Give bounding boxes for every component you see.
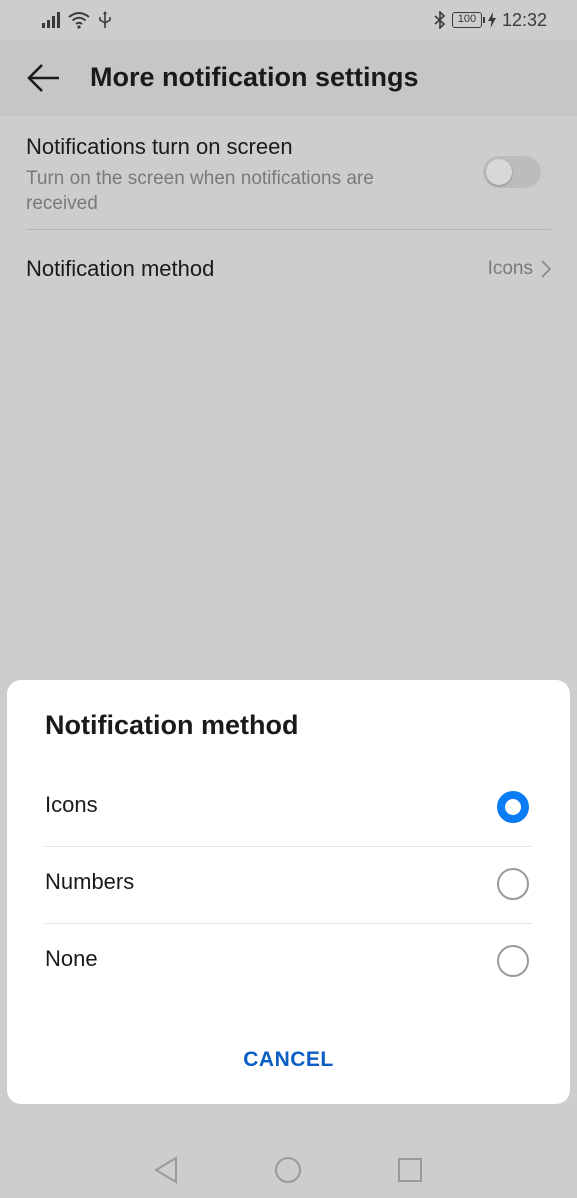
notification-method-title: Notification method — [26, 256, 215, 281]
nav-recents-button[interactable] — [394, 1154, 426, 1186]
option-none[interactable]: None — [45, 924, 532, 1001]
signal-icon — [42, 12, 60, 28]
bluetooth-icon — [434, 11, 446, 29]
status-left-icons — [42, 9, 112, 31]
back-arrow-icon — [27, 64, 59, 92]
app-bar: More notification settings — [0, 40, 577, 116]
notification-method-row[interactable]: Notification method Icons — [26, 230, 551, 308]
notifications-turn-on-screen-row[interactable]: Notifications turn on screen Turn on the… — [26, 116, 551, 230]
option-numbers[interactable]: Numbers — [45, 847, 532, 924]
page-title: More notification settings — [90, 62, 419, 92]
notifications-turn-on-screen-title: Notifications turn on screen — [26, 134, 293, 159]
chevron-right-icon — [541, 260, 551, 278]
status-bar: 100 12:32 — [0, 0, 577, 40]
battery-level: 100 — [457, 13, 477, 25]
cancel-button[interactable]: CANCEL — [7, 1036, 570, 1084]
notification-method-value: Icons — [487, 258, 533, 279]
option-label: Icons — [45, 792, 98, 817]
radio-none[interactable] — [497, 945, 529, 977]
battery-icon: 100 — [451, 12, 485, 28]
notification-method-dialog: Notification method Icons Numbers None C… — [7, 680, 570, 1104]
status-time: 12:32 — [501, 9, 547, 30]
charging-icon — [487, 12, 496, 28]
nav-back-button[interactable] — [150, 1154, 182, 1186]
notifications-turn-on-screen-subtitle: Turn on the screen when notifications ar… — [26, 168, 374, 214]
navigation-bar — [0, 1140, 577, 1198]
back-triangle-icon — [154, 1156, 177, 1184]
home-circle-icon — [275, 1157, 301, 1183]
radio-numbers[interactable] — [497, 868, 529, 900]
notification-method-value-group: Icons — [488, 258, 551, 280]
back-button[interactable] — [24, 58, 64, 98]
option-label: None — [45, 946, 98, 971]
radio-icons-selected[interactable] — [497, 791, 529, 823]
toggle-knob — [486, 159, 512, 185]
notifications-turn-on-screen-toggle[interactable] — [483, 156, 541, 188]
recents-square-icon — [398, 1158, 422, 1182]
usb-icon — [99, 11, 111, 28]
dialog-title: Notification method — [45, 710, 299, 740]
option-icons[interactable]: Icons — [45, 770, 532, 847]
status-right-icons: 100 12:32 — [434, 9, 547, 31]
wifi-icon — [68, 12, 90, 29]
option-label: Numbers — [45, 869, 135, 894]
nav-home-button[interactable] — [272, 1154, 304, 1186]
